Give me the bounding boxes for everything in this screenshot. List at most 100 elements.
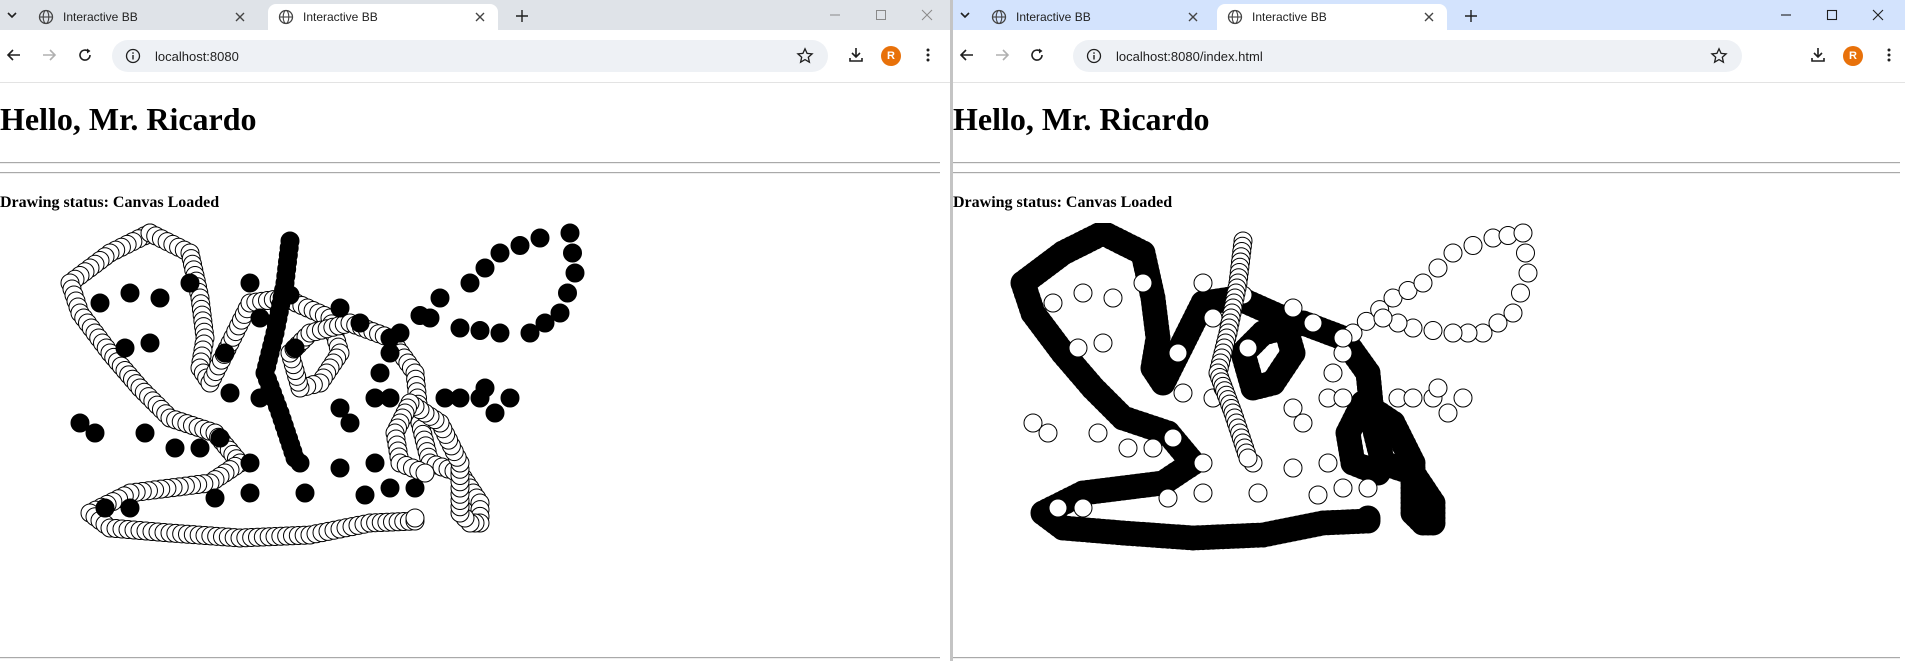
toolbar: localhost:8080 R [0,30,950,83]
dot-mark [1133,273,1153,293]
more-icon [1887,48,1891,62]
reload-button[interactable] [1025,43,1049,67]
new-tab-button[interactable] [1461,6,1481,26]
dot-mark [350,313,370,333]
dot-mark [295,483,315,503]
minimize-icon [1781,14,1791,16]
status-label: Drawing status: [0,194,109,211]
dot-mark [330,458,350,478]
stroke-mark [1513,223,1533,243]
stroke-mark [285,448,305,468]
forward-icon [996,49,1010,61]
downloads-button[interactable] [844,43,868,67]
stroke-mark [1443,323,1463,343]
close-icon [475,12,485,22]
stroke-mark [1428,258,1448,278]
tab-inactive[interactable]: Interactive BB [28,4,258,30]
reload-button[interactable] [73,43,97,67]
info-icon[interactable] [125,48,141,64]
close-icon [235,12,245,22]
star-icon[interactable] [1710,47,1728,65]
dot-mark [205,488,225,508]
maximize-icon [876,10,886,20]
dot-mark [1158,488,1178,508]
dot-mark [1248,483,1268,503]
tab-active[interactable]: Interactive BB [1217,4,1447,30]
tab-close-button[interactable] [1421,9,1437,25]
dot-mark [1048,498,1068,518]
dot-mark [150,288,170,308]
dot-mark [1073,283,1093,303]
back-icon [6,49,20,61]
menu-button[interactable] [1877,43,1901,67]
dot-mark [250,308,270,328]
dot-mark [1303,313,1323,333]
dot-mark [240,453,260,473]
dot-mark [1318,453,1338,473]
drawing-canvas[interactable] [40,223,700,643]
tab-strip: Interactive BB Interactive BB [0,0,950,30]
stroke-mark [558,283,577,303]
status-value: Canvas Loaded [112,194,220,211]
star-icon[interactable] [796,47,814,65]
dot-mark [240,273,260,293]
dot-mark [240,483,260,503]
tab-inactive[interactable]: Interactive BB [981,4,1211,30]
url-text[interactable]: localhost:8080/index.html [1116,49,1710,64]
dot-mark [1103,288,1123,308]
stroke-mark [520,323,540,343]
plus-icon [516,10,528,22]
minimize-button[interactable] [1763,0,1809,30]
back-button[interactable] [955,43,979,67]
close-icon [921,9,933,21]
stroke-mark [1511,283,1530,303]
stroke-mark [450,318,470,338]
tab-active[interactable]: Interactive BB [268,4,498,30]
url-text[interactable]: localhost:8080 [155,49,796,64]
dot-mark [215,343,235,363]
dot-mark [500,388,520,408]
address-bar[interactable]: localhost:8080 [112,40,828,72]
minimize-button[interactable] [812,0,858,30]
dot-mark [1283,298,1303,318]
menu-button[interactable] [916,43,940,67]
maximize-button[interactable] [858,0,904,30]
divider-line [953,172,1900,174]
forward-button[interactable] [37,43,61,67]
back-button[interactable] [2,43,26,67]
new-tab-button[interactable] [512,6,532,26]
profile-avatar[interactable]: R [1843,46,1863,66]
stroke-mark [1423,321,1443,340]
address-bar[interactable]: localhost:8080/index.html [1073,40,1742,72]
tab-close-button[interactable] [1185,9,1201,25]
stroke-mark [1323,363,1343,383]
dot-mark [1068,338,1088,358]
tab-search-button[interactable] [2,4,22,26]
tab-close-button[interactable] [472,9,488,25]
info-icon[interactable] [1086,48,1102,64]
stroke-mark [370,363,390,383]
dot-mark [1143,438,1163,458]
dot-mark [210,428,230,448]
tab-search-button[interactable] [955,4,975,26]
dot-mark [1238,338,1258,358]
tab-close-button[interactable] [232,9,248,25]
tab-title: Interactive BB [1252,10,1327,24]
downloads-button[interactable] [1806,43,1830,67]
dot-mark [1403,388,1423,408]
window-close-button[interactable] [904,0,950,30]
dot-mark [1163,428,1183,448]
stroke-mark [475,258,495,278]
forward-button[interactable] [990,43,1014,67]
maximize-icon [1826,9,1838,21]
tab-strip: Interactive BB Interactive BB [953,0,1905,30]
plus-icon [1465,10,1477,22]
close-icon [1188,12,1198,22]
profile-avatar[interactable]: R [881,46,901,66]
browser-window-right: Interactive BB Interactive BB localhost:… [953,0,1905,661]
window-close-button[interactable] [1855,0,1901,30]
dot-mark [90,293,110,313]
dot-mark [95,498,115,518]
drawing-canvas[interactable] [993,223,1653,643]
maximize-button[interactable] [1809,0,1855,30]
